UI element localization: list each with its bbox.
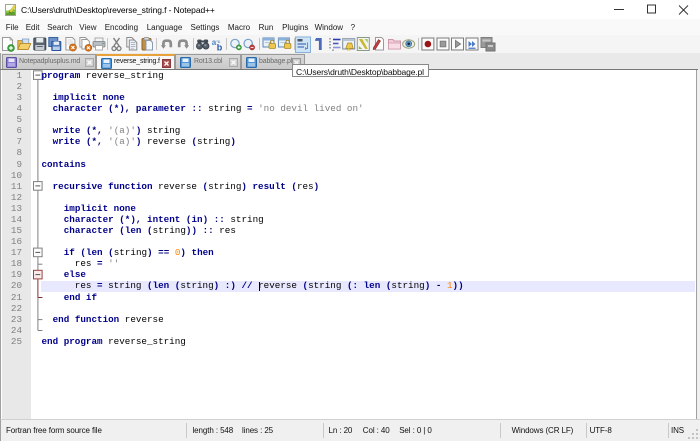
svg-text:b: b (217, 43, 223, 53)
